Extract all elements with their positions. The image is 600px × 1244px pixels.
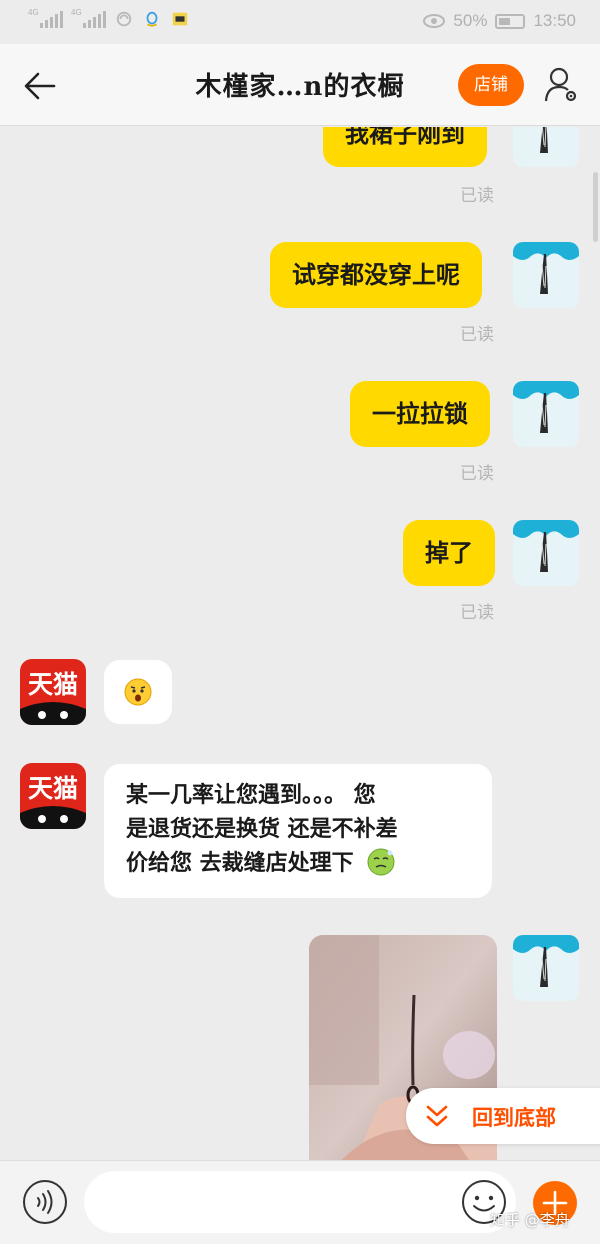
message-line: 某一几率让您遇到。。。 您 — [126, 782, 376, 808]
read-receipt: 已读 — [460, 325, 494, 345]
sick-face-emoji-icon — [367, 848, 395, 876]
outgoing-message[interactable]: 试穿都没穿上呢 — [270, 242, 482, 308]
shocked-face-emoji-icon — [124, 678, 152, 706]
my-avatar[interactable] — [513, 242, 579, 308]
my-avatar[interactable] — [513, 935, 579, 1001]
clock: 13:50 — [533, 11, 576, 30]
notification-app-icon — [116, 11, 132, 27]
read-receipt: 已读 — [460, 464, 494, 484]
incoming-emoji-message[interactable] — [104, 660, 172, 724]
double-chevron-down-icon — [426, 1105, 448, 1127]
my-avatar[interactable] — [513, 520, 579, 586]
message-input[interactable] — [84, 1171, 516, 1233]
nav-bar: 木槿家…n的衣橱 店铺 — [0, 44, 600, 126]
tmall-notification-icon — [172, 12, 188, 26]
tmall-avatar[interactable]: 天猫 — [20, 659, 86, 725]
message-line: 是退货还是换货 还是不补差 — [126, 816, 398, 842]
back-to-bottom-label: 回到底部 — [472, 1105, 556, 1130]
signal-icon: 4G — [71, 8, 106, 28]
outgoing-message[interactable]: 我裙子刚到 — [323, 127, 487, 167]
status-bar: 4G 4G 50% 13:50 — [0, 0, 600, 44]
shop-button[interactable]: 店铺 — [458, 64, 524, 106]
signal-icon: 4G — [28, 8, 63, 28]
scrollbar[interactable] — [593, 172, 598, 242]
input-bar: 知乎 @李舟 — [0, 1160, 600, 1244]
read-receipt: 已读 — [460, 603, 494, 623]
back-to-bottom-button[interactable]: 回到底部 — [406, 1088, 600, 1144]
voice-input-icon[interactable] — [22, 1179, 68, 1225]
my-avatar[interactable] — [513, 127, 579, 167]
back-arrow-icon[interactable] — [22, 68, 58, 104]
battery-icon — [495, 13, 526, 29]
my-avatar[interactable] — [513, 381, 579, 447]
incoming-message[interactable]: 某一几率让您遇到。。。 您 是退货还是换货 还是不补差 价给您 去裁缝店处理下 — [104, 764, 492, 898]
tmall-avatar[interactable]: 天猫 — [20, 763, 86, 829]
eye-icon — [423, 14, 446, 28]
user-settings-icon[interactable] — [543, 66, 579, 104]
outgoing-message[interactable]: 掉了 — [403, 520, 495, 586]
chat-area[interactable]: 我裙子刚到 已读 试穿都没穿上呢 已读 一拉拉锁 已读 掉了 已读 天猫 天猫 … — [0, 127, 600, 1160]
chat-title: 木槿家…n的衣橱 — [195, 72, 405, 102]
watermark: 知乎 @李舟 — [490, 1211, 570, 1229]
battery-percent: 50% — [453, 11, 488, 30]
message-line: 价给您 去裁缝店处理下 — [126, 846, 470, 880]
read-receipt: 已读 — [460, 186, 494, 206]
outgoing-message[interactable]: 一拉拉锁 — [350, 381, 490, 447]
qq-icon — [146, 11, 158, 27]
